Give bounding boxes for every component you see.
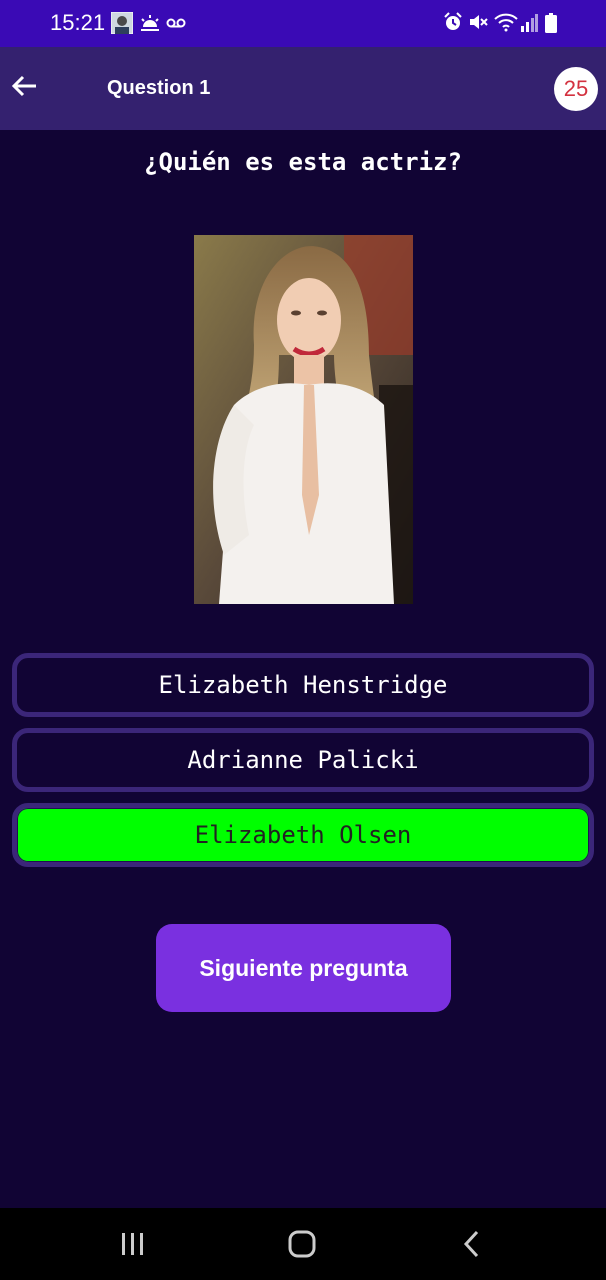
wifi-icon	[494, 12, 518, 37]
avatar-icon	[110, 11, 134, 39]
weather-icon	[140, 14, 160, 37]
page-title: Question 1	[107, 77, 211, 99]
answer-label: Elizabeth Olsen	[194, 821, 412, 849]
answer-label: Adrianne Palicki	[187, 746, 419, 774]
arrow-left-icon	[8, 75, 42, 107]
back-icon	[460, 1230, 484, 1262]
answer-label: Elizabeth Henstridge	[158, 671, 448, 699]
mute-icon	[468, 12, 488, 37]
recent-apps-button[interactable]	[120, 1232, 146, 1261]
alarm-icon	[443, 12, 463, 37]
recent-apps-icon	[120, 1233, 146, 1260]
answer-option-correct[interactable]: Elizabeth Olsen	[12, 803, 594, 867]
nav-bar	[0, 1208, 606, 1280]
next-question-button[interactable]: Siguiente pregunta	[156, 924, 451, 1012]
timer-badge: 25	[554, 67, 598, 111]
status-time: 15:21	[50, 10, 106, 35]
nav-back-button[interactable]	[460, 1230, 484, 1263]
status-bar: 15:21	[0, 0, 606, 47]
screen: 15:21 Question 1 25 ¿Quién es esta actri…	[0, 0, 606, 1280]
signal-icon	[520, 14, 538, 37]
answer-option[interactable]: Adrianne Palicki	[12, 728, 594, 792]
app-bar: Question 1 25	[0, 47, 606, 130]
voicemail-icon	[166, 16, 186, 34]
answer-option[interactable]: Elizabeth Henstridge	[12, 653, 594, 717]
back-button[interactable]	[8, 69, 42, 103]
battery-icon	[545, 13, 557, 38]
home-button[interactable]	[288, 1230, 316, 1263]
actress-photo	[194, 235, 413, 604]
home-icon	[288, 1230, 316, 1262]
question-text: ¿Quién es esta actriz?	[144, 148, 462, 176]
